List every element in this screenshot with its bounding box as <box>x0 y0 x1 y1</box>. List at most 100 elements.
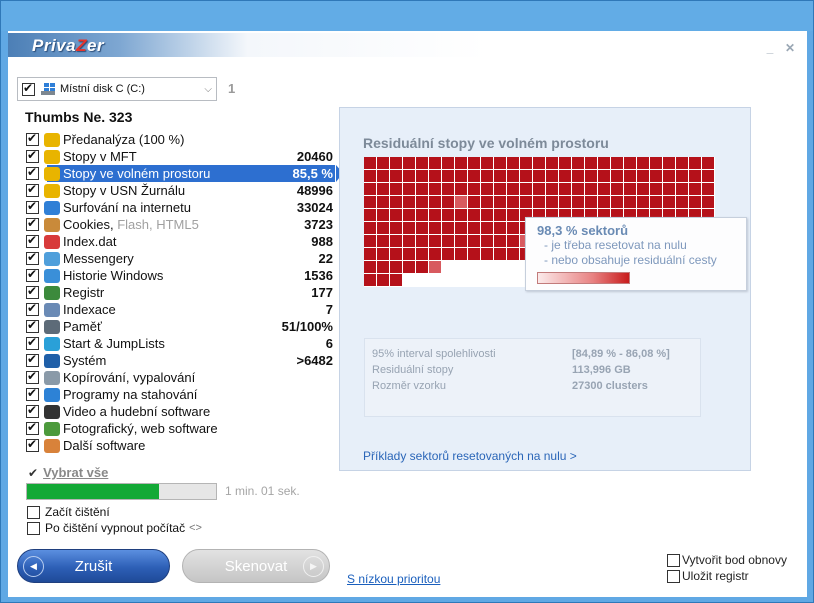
sector-cell <box>429 222 441 234</box>
task-checkbox[interactable] <box>26 352 39 367</box>
disc-icon <box>44 370 60 385</box>
task-item[interactable]: Paměť 51/100% <box>25 318 333 335</box>
restore-point-checkbox[interactable] <box>667 553 680 567</box>
task-item[interactable]: Systém >6482 <box>25 352 333 369</box>
task-checkbox[interactable] <box>26 335 39 350</box>
sector-cell <box>442 248 454 260</box>
task-item[interactable]: Start & JumpLists 6 <box>25 335 333 352</box>
task-item[interactable]: Fotografický, web software <box>25 420 333 437</box>
save-registry-option[interactable]: Uložit registr <box>667 568 787 584</box>
sector-cell <box>546 196 558 208</box>
chevron-down-icon[interactable]: ⌵ <box>204 84 212 95</box>
task-checkbox[interactable] <box>26 250 39 265</box>
zeroed-sectors-link[interactable]: Příklady sektorů resetovaných na nulu > <box>363 449 577 463</box>
tooltip-gradient-bar <box>537 272 630 284</box>
low-priority-link[interactable]: S nízkou prioritou <box>347 572 440 586</box>
task-item[interactable]: Stopy ve volném prostoru 85,5 % <box>25 165 343 182</box>
task-item[interactable]: Historie Windows 1536 <box>25 267 333 284</box>
task-item[interactable]: Video a hudební software <box>25 403 333 420</box>
task-item[interactable]: Surfování na internetu 33024 <box>25 199 333 216</box>
shutdown-option[interactable]: Po čištění vypnout počítač <> <box>27 521 202 535</box>
scan-button[interactable]: Skenovat ▶ <box>182 549 330 583</box>
task-value: 33024 <box>296 200 333 215</box>
sector-cell <box>702 157 714 169</box>
task-checkbox[interactable] <box>26 403 39 418</box>
task-checkbox[interactable] <box>26 301 39 316</box>
client-area: PrivaZer _ ✕ Místní disk C (C:) ⌵ 1 Thum… <box>8 31 807 597</box>
task-checkbox[interactable] <box>26 420 39 435</box>
minimize-button[interactable]: _ <box>763 41 777 55</box>
task-item[interactable]: Další software <box>25 437 333 454</box>
start-cleaning-option[interactable]: Začít čištění <box>27 505 110 519</box>
start-cleaning-checkbox[interactable] <box>27 505 40 519</box>
task-item[interactable]: Messengery 22 <box>25 250 333 267</box>
sector-cell <box>507 235 519 247</box>
cancel-button[interactable]: ◀ Zrušit <box>17 549 170 583</box>
sector-cell <box>676 183 688 195</box>
users-icon <box>44 251 60 266</box>
sector-cell <box>390 274 402 286</box>
shield-warning-icon <box>44 183 60 198</box>
sector-cell <box>637 183 649 195</box>
task-label: Indexace <box>63 302 116 317</box>
restore-point-option[interactable]: Vytvořit bod obnovy <box>667 552 787 568</box>
sector-cell <box>494 196 506 208</box>
task-label: Stopy v MFT <box>63 149 137 164</box>
sector-cell <box>455 248 467 260</box>
sector-cell <box>533 196 545 208</box>
save-registry-checkbox[interactable] <box>667 569 680 583</box>
sector-cell <box>429 183 441 195</box>
sector-cell <box>520 196 532 208</box>
task-checkbox[interactable] <box>26 437 39 452</box>
task-checkbox[interactable] <box>26 131 39 146</box>
sector-cell <box>416 183 428 195</box>
sector-cell <box>572 196 584 208</box>
sector-cell <box>442 170 454 182</box>
task-item[interactable]: Cookies, Flash, HTML5 3723 <box>25 216 333 233</box>
task-checkbox[interactable] <box>26 386 39 401</box>
task-item[interactable]: Index.dat 988 <box>25 233 333 250</box>
sector-cell <box>481 274 493 286</box>
sector-cell <box>598 170 610 182</box>
task-label: Index.dat <box>63 234 117 249</box>
task-checkbox[interactable] <box>26 318 39 333</box>
task-item[interactable]: Programy na stahování <box>25 386 333 403</box>
task-checkbox[interactable] <box>26 284 39 299</box>
drive-selector[interactable]: Místní disk C (C:) ⌵ <box>17 77 217 101</box>
sector-cell <box>546 183 558 195</box>
task-checkbox[interactable] <box>26 267 39 282</box>
task-checkbox[interactable] <box>26 165 39 180</box>
sector-cell <box>507 157 519 169</box>
task-checkbox[interactable] <box>26 182 39 197</box>
task-item[interactable]: Indexace 7 <box>25 301 333 318</box>
task-checkbox[interactable] <box>26 199 39 214</box>
sector-cell <box>364 183 376 195</box>
sector-cell <box>611 183 623 195</box>
swap-icon[interactable]: <> <box>189 522 202 534</box>
task-checkbox[interactable] <box>26 369 39 384</box>
sector-cell <box>520 170 532 182</box>
sector-cell <box>364 196 376 208</box>
sector-cell <box>494 209 506 221</box>
close-button[interactable]: ✕ <box>783 41 797 55</box>
task-item[interactable]: Stopy v MFT 20460 <box>25 148 333 165</box>
sector-cell <box>650 196 662 208</box>
task-item[interactable]: Kopírování, vypalování <box>25 369 333 386</box>
sector-cell <box>702 170 714 182</box>
sector-cell <box>377 274 389 286</box>
sector-cell <box>429 248 441 260</box>
task-checkbox[interactable] <box>26 216 39 231</box>
sector-cell <box>442 222 454 234</box>
task-label: Fotografický, web software <box>63 421 218 436</box>
task-item[interactable]: Předanalýza (100 %) <box>25 131 333 148</box>
task-item[interactable]: Stopy v USN Žurnálu 48996 <box>25 182 333 199</box>
task-item[interactable]: Registr 177 <box>25 284 333 301</box>
sector-cell <box>481 196 493 208</box>
task-checkbox[interactable] <box>26 148 39 163</box>
drive-checkbox[interactable] <box>22 81 35 96</box>
select-all-link[interactable]: ✔ Vybrat vše <box>28 465 108 480</box>
task-label: Start & JumpLists <box>63 336 165 351</box>
task-checkbox[interactable] <box>26 233 39 248</box>
shutdown-checkbox[interactable] <box>27 521 40 535</box>
sector-cell <box>442 274 454 286</box>
